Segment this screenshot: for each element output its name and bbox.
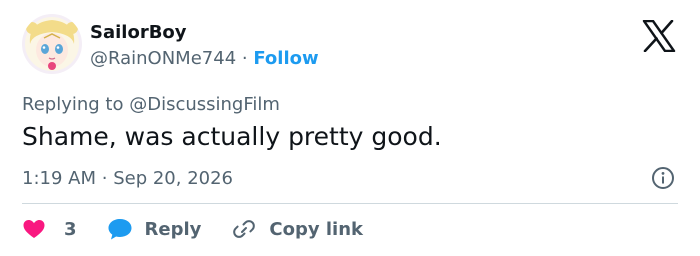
- tweet-text: Shame, was actually pretty good.: [22, 122, 442, 151]
- separator-dot: ·: [241, 48, 248, 69]
- tweet-card: SailorBoy @RainONMe744 · Follow Replying…: [0, 0, 700, 256]
- replying-prefix: Replying to: [22, 94, 124, 115]
- link-icon: [233, 220, 256, 238]
- avatar-illustration: [22, 14, 82, 74]
- like-button[interactable]: [22, 217, 46, 241]
- info-icon[interactable]: [651, 166, 675, 190]
- x-logo-icon[interactable]: [642, 20, 676, 52]
- speech-bubble-icon: [108, 219, 132, 240]
- copy-link-icon-button[interactable]: [231, 217, 257, 241]
- replying-to-handle[interactable]: @DiscussingFilm: [129, 94, 280, 115]
- heart-icon: [23, 220, 45, 238]
- action-bar: 3 Reply Copy link: [22, 215, 363, 243]
- avatar[interactable]: [22, 14, 82, 74]
- handle-row: @RainONMe744 · Follow: [90, 48, 319, 69]
- replying-to: Replying to @DiscussingFilm: [22, 94, 280, 115]
- tweet-date: Sep 20, 2026: [113, 168, 234, 189]
- tweet-time: 1:19 AM: [22, 168, 96, 189]
- copy-link-button[interactable]: Copy link: [269, 219, 363, 240]
- reply-icon-button[interactable]: [107, 217, 133, 241]
- display-name[interactable]: SailorBoy: [90, 22, 187, 43]
- follow-button[interactable]: Follow: [253, 48, 318, 69]
- timestamp[interactable]: 1:19 AM · Sep 20, 2026: [22, 168, 233, 189]
- separator-dot: ·: [101, 168, 108, 189]
- reply-button[interactable]: Reply: [145, 219, 202, 240]
- divider: [22, 203, 678, 204]
- like-count[interactable]: 3: [64, 219, 77, 240]
- user-handle[interactable]: @RainONMe744: [90, 48, 236, 69]
